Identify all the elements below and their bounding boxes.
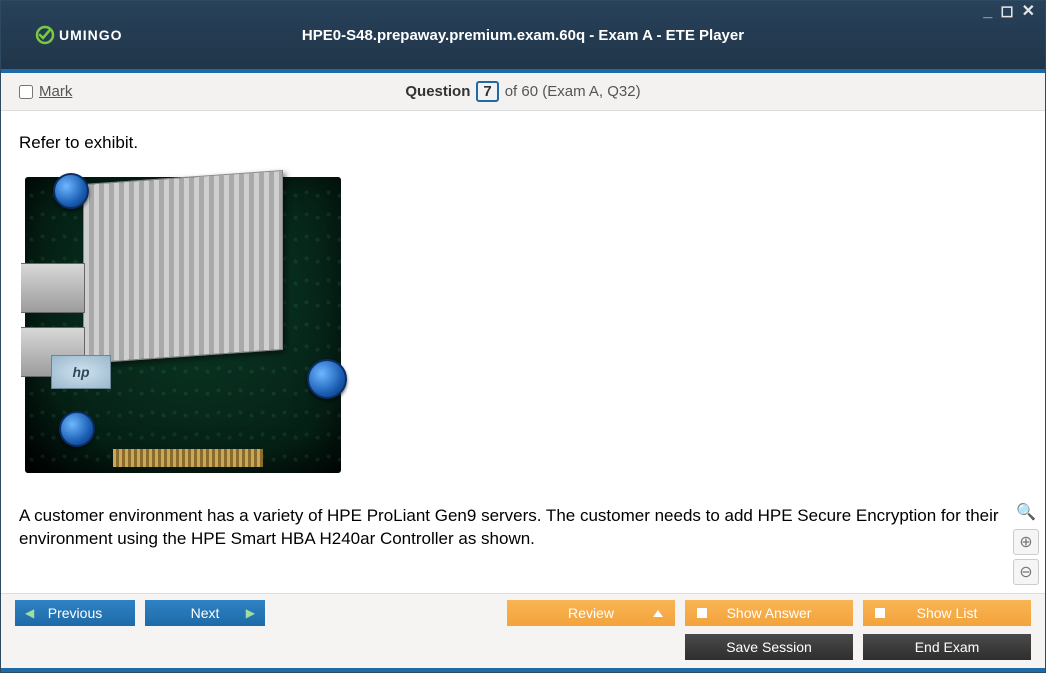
- stop-icon: [697, 608, 707, 618]
- minimize-icon[interactable]: _: [983, 5, 992, 19]
- nav-buttons: ◀ Previous Next ▶: [15, 600, 265, 626]
- zoom-in-icon: ⊕: [1019, 532, 1032, 552]
- zoom-reset-button[interactable]: 🔍: [1013, 499, 1039, 525]
- brand-text: UMINGO: [59, 27, 123, 43]
- review-button[interactable]: Review: [507, 600, 675, 626]
- footer-row-2: Save Session End Exam: [15, 634, 1031, 660]
- pcb-background: hp: [19, 167, 349, 485]
- window-title: HPE0-S48.prepaway.premium.exam.60q - Exa…: [1, 27, 1045, 44]
- save-session-button[interactable]: Save Session: [685, 634, 853, 660]
- brand-logo: UMINGO: [35, 25, 123, 45]
- close-icon[interactable]: ✕: [1022, 5, 1035, 19]
- review-label: Review: [568, 605, 614, 621]
- question-header: Mark Question 7 of 60 (Exam A, Q32): [1, 73, 1045, 111]
- connector-1: [21, 263, 85, 313]
- magnify-icon: 🔍: [1016, 502, 1036, 522]
- question-text: A customer environment has a variety of …: [19, 505, 1027, 551]
- chevron-right-icon: ▶: [246, 606, 255, 620]
- show-list-button[interactable]: Show List: [863, 600, 1031, 626]
- exhibit-image: hp: [19, 167, 349, 485]
- edge-connector: [113, 449, 263, 467]
- question-number: 7: [476, 81, 498, 102]
- end-exam-button[interactable]: End Exam: [863, 634, 1031, 660]
- footer: ◀ Previous Next ▶ Review Show Answer: [1, 593, 1045, 668]
- hp-badge: hp: [51, 355, 111, 389]
- show-answer-label: Show Answer: [727, 605, 812, 621]
- zoom-controls: 🔍 ⊕ ⊖: [1013, 499, 1039, 585]
- maximize-icon[interactable]: ◻: [1000, 5, 1013, 19]
- question-indicator: Question 7 of 60 (Exam A, Q32): [1, 81, 1045, 102]
- exhibit-intro: Refer to exhibit.: [19, 133, 1027, 153]
- chevron-left-icon: ◀: [25, 606, 34, 620]
- circuit-board: hp: [25, 177, 341, 473]
- previous-label: Previous: [48, 605, 102, 621]
- screw-top-left: [53, 173, 89, 209]
- footer-row-1: ◀ Previous Next ▶ Review Show Answer: [15, 600, 1031, 626]
- zoom-out-button[interactable]: ⊖: [1013, 559, 1039, 585]
- next-label: Next: [191, 605, 220, 621]
- show-answer-button[interactable]: Show Answer: [685, 600, 853, 626]
- show-list-label: Show List: [917, 605, 978, 621]
- action-buttons: Review Show Answer Show List: [507, 600, 1031, 626]
- screw-right: [307, 359, 347, 399]
- triangle-up-icon: [653, 610, 663, 617]
- question-total: of 60 (Exam A, Q32): [505, 83, 641, 100]
- window-controls: _ ◻ ✕: [983, 5, 1035, 19]
- stop-icon: [875, 608, 885, 618]
- previous-button[interactable]: ◀ Previous: [15, 600, 135, 626]
- app-window: UMINGO HPE0-S48.prepaway.premium.exam.60…: [0, 0, 1046, 673]
- heatsink: [83, 170, 283, 364]
- question-content: Refer to exhibit. hp A customer environm…: [1, 111, 1045, 593]
- next-button[interactable]: Next ▶: [145, 600, 265, 626]
- bottom-accent-bar: [1, 668, 1045, 672]
- checkmark-circle-icon: [35, 25, 55, 45]
- zoom-out-icon: ⊖: [1019, 562, 1032, 582]
- question-word: Question: [405, 83, 470, 100]
- screw-bottom-left: [59, 411, 95, 447]
- zoom-in-button[interactable]: ⊕: [1013, 529, 1039, 555]
- titlebar: UMINGO HPE0-S48.prepaway.premium.exam.60…: [1, 1, 1045, 69]
